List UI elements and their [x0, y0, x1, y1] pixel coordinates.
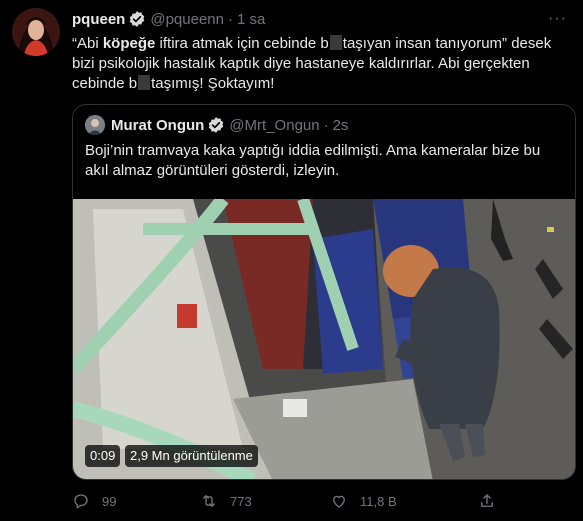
- verified-badge-icon: [128, 10, 146, 28]
- avatar[interactable]: [12, 8, 60, 56]
- quoted-author-name[interactable]: Murat Ongun: [111, 117, 204, 134]
- more-icon[interactable]: ···: [548, 10, 567, 28]
- verified-badge-icon: [207, 116, 225, 134]
- censor-block: [329, 35, 342, 50]
- like-button[interactable]: 11,8 B: [330, 490, 397, 512]
- retweet-button[interactable]: 773: [200, 490, 252, 512]
- video-player[interactable]: 0:09 2,9 Mn görüntülenme: [73, 199, 575, 479]
- author-name[interactable]: pqueen: [72, 11, 125, 28]
- reply-icon: [74, 494, 88, 509]
- like-count: 11,8 B: [360, 493, 397, 509]
- tweet-timestamp[interactable]: 1 sa: [237, 11, 265, 28]
- quoted-tweet[interactable]: Murat Ongun @Mrt_Ongun · 2s Boji’nin tra…: [72, 104, 576, 480]
- tweet-text-part: taşımış! Şoktayım!: [151, 75, 275, 92]
- quoted-tweet-text: Boji’nin tramvaya kaka yaptığı iddia edi…: [85, 142, 541, 179]
- censor-block: [138, 75, 151, 90]
- separator-dot: ·: [227, 10, 233, 28]
- share-icon: [481, 494, 493, 507]
- like-icon: [333, 495, 345, 508]
- share-button[interactable]: [478, 490, 508, 512]
- video-frame: [73, 199, 575, 479]
- tweet-text-part: iftira atmak için cebinde b: [155, 35, 329, 52]
- action-bar: 99 773 11,8 B: [72, 490, 512, 512]
- reply-count: 99: [102, 493, 117, 509]
- tweet-text-part: “Abi: [72, 35, 103, 52]
- quoted-timestamp[interactable]: 2s: [333, 117, 349, 134]
- retweet-icon: [203, 495, 215, 507]
- tweet-header: pqueen @pqueenn · 1 sa: [72, 9, 265, 29]
- video-view-count: 2,9 Mn görüntülenme: [125, 445, 258, 467]
- quoted-avatar[interactable]: [85, 115, 105, 135]
- tweet-text-bold: köpeğe: [102, 35, 156, 52]
- video-duration: 0:09: [85, 445, 121, 467]
- reply-button[interactable]: 99: [72, 490, 116, 512]
- quoted-tweet-header: Murat Ongun @Mrt_Ongun · 2s: [85, 115, 348, 135]
- tweet: pqueen @pqueenn · 1 sa ··· “Abi köpeğe i…: [0, 0, 583, 521]
- author-handle[interactable]: @pqueenn: [150, 11, 224, 28]
- tweet-text: “Abi köpeğe iftira atmak için cebinde b t…: [72, 34, 572, 94]
- retweet-count: 773: [230, 493, 252, 509]
- separator-dot: ·: [323, 116, 329, 134]
- quoted-author-handle[interactable]: @Mrt_Ongun: [229, 117, 319, 134]
